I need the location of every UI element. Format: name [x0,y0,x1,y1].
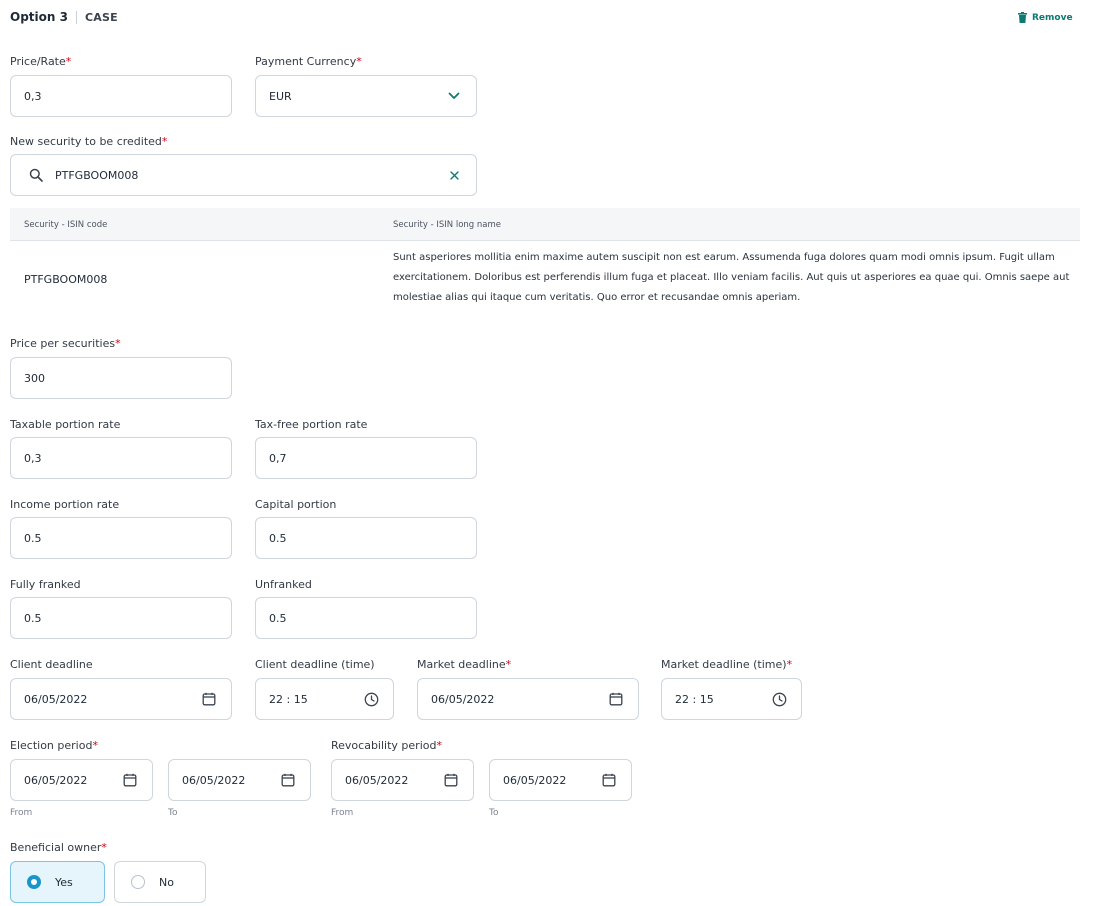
revocability-period-from-input[interactable]: 06/05/2022 [331,759,474,801]
market-deadline-value: 06/05/2022 [431,692,495,706]
tax-free-portion-rate-value: 0,7 [269,451,287,465]
election-period-from-input[interactable]: 06/05/2022 [10,759,153,801]
no-label: No [159,875,174,889]
client-deadline-value: 06/05/2022 [24,692,88,706]
election-period-to-input[interactable]: 06/05/2022 [168,759,311,801]
revocability-period-from-value: 06/05/2022 [345,773,409,787]
market-deadline-date-input[interactable]: 06/05/2022 [417,678,639,720]
election-period-to-sublabel: To [168,808,178,818]
new-security-value: PTFGBOOM008 [55,168,139,182]
remove-button[interactable]: Remove [1018,12,1073,23]
revocability-period-to-value: 06/05/2022 [503,773,567,787]
capital-portion-input[interactable]: 0.5 [255,517,477,559]
revocability-period-label: Revocability period* [331,739,442,752]
price-rate-input[interactable]: 0,3 [10,75,232,117]
table-row: PTFGBOOM008 Sunt asperiores mollitia eni… [10,242,1080,318]
calendar-icon[interactable] [442,771,460,789]
clock-icon[interactable] [362,690,380,708]
price-per-securities-value: 300 [24,371,45,385]
client-deadline-time-input[interactable]: 22 : 15 [255,678,394,720]
beneficial-owner-no-radio[interactable]: No [114,861,206,903]
option-type: CASE [84,10,118,24]
taxable-portion-rate-value: 0,3 [24,451,42,465]
beneficial-owner-yes-radio[interactable]: Yes [10,861,105,903]
clock-icon[interactable] [770,690,788,708]
revocability-period-to-sublabel: To [489,808,499,818]
market-deadline-time-value: 22 : 15 [675,692,714,706]
column-header-isin-code: Security - ISIN code [24,220,108,230]
calendar-icon[interactable] [600,771,618,789]
price-per-securities-input[interactable]: 300 [10,357,232,399]
client-deadline-label: Client deadline [10,658,93,671]
radio-selected-icon [27,875,41,889]
column-header-isin-long-name: Security - ISIN long name [393,220,501,230]
price-rate-label: Price/Rate* [10,55,72,68]
unfranked-value: 0.5 [269,611,287,625]
close-icon[interactable] [445,166,463,184]
calendar-icon[interactable] [607,690,625,708]
security-isin-long-name: Sunt asperiores mollitia enim maxime aut… [393,252,1070,303]
calendar-icon[interactable] [279,771,297,789]
radio-unselected-icon [131,875,145,889]
header-divider [75,10,77,24]
fully-franked-value: 0.5 [24,611,42,625]
unfranked-input[interactable]: 0.5 [255,597,477,639]
price-per-securities-label: Price per securities* [10,337,121,350]
option-title: Option 3 [10,10,68,24]
payment-currency-select[interactable]: EUR [255,75,477,117]
taxable-portion-rate-input[interactable]: 0,3 [10,437,232,479]
revocability-period-from-sublabel: From [331,808,354,818]
search-icon [27,166,45,184]
payment-currency-label: Payment Currency* [255,55,362,68]
remove-label: Remove [1032,12,1073,23]
tax-free-portion-rate-label: Tax-free portion rate [255,418,368,431]
election-period-from-sublabel: From [10,808,33,818]
taxable-portion-rate-label: Taxable portion rate [10,418,121,431]
election-period-from-value: 06/05/2022 [24,773,88,787]
chevron-down-icon[interactable] [445,87,463,105]
new-security-search-input[interactable]: PTFGBOOM008 [10,154,477,196]
client-deadline-date-input[interactable]: 06/05/2022 [10,678,232,720]
client-deadline-time-value: 22 : 15 [269,692,308,706]
unfranked-label: Unfranked [255,578,312,591]
trash-icon [1018,12,1027,23]
payment-currency-value: EUR [269,89,292,103]
income-portion-rate-value: 0.5 [24,531,42,545]
market-deadline-label: Market deadline* [417,658,512,671]
price-rate-value: 0,3 [24,89,42,103]
option-header: Option 3 CASE [10,10,118,24]
capital-portion-value: 0.5 [269,531,287,545]
client-deadline-time-label: Client deadline (time) [255,658,375,671]
capital-portion-label: Capital portion [255,498,337,511]
fully-franked-input[interactable]: 0.5 [10,597,232,639]
calendar-icon[interactable] [200,690,218,708]
election-period-label: Election period* [10,739,98,752]
yes-label: Yes [55,875,73,889]
beneficial-owner-label: Beneficial owner* [10,841,107,854]
security-table-header: Security - ISIN code Security - ISIN lon… [10,208,1080,241]
calendar-icon[interactable] [121,771,139,789]
new-security-label: New security to be credited* [10,135,168,148]
income-portion-rate-label: Income portion rate [10,498,120,511]
market-deadline-time-input[interactable]: 22 : 15 [661,678,802,720]
election-period-to-value: 06/05/2022 [182,773,246,787]
income-portion-rate-input[interactable]: 0.5 [10,517,232,559]
revocability-period-to-input[interactable]: 06/05/2022 [489,759,632,801]
tax-free-portion-rate-input[interactable]: 0,7 [255,437,477,479]
security-isin-code: PTFGBOOM008 [24,273,108,286]
fully-franked-label: Fully franked [10,578,81,591]
market-deadline-time-label: Market deadline (time)* [661,658,793,671]
